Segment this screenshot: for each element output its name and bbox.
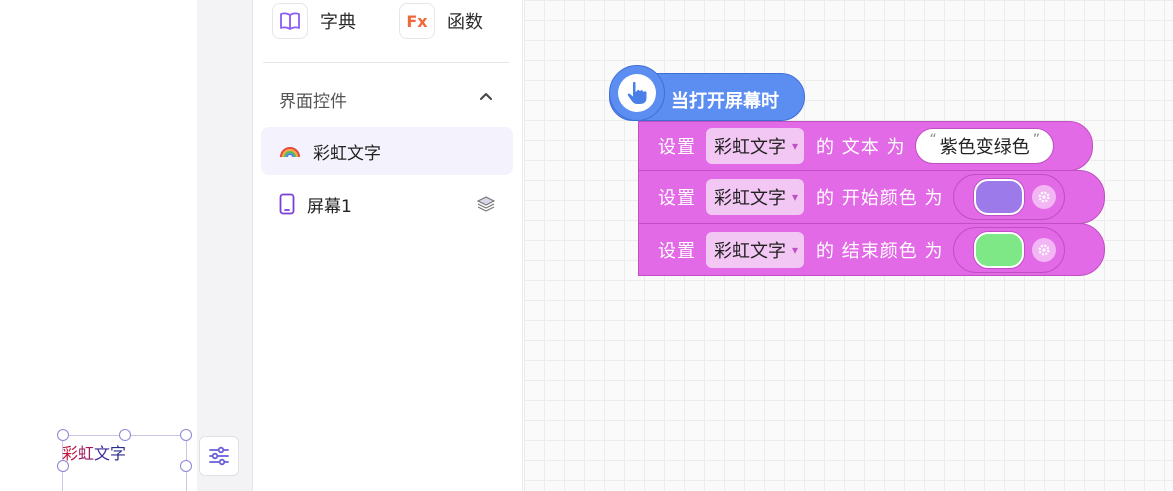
dictionary-tool[interactable]: 字典 [272, 3, 356, 39]
set-label: 设置 [658, 137, 696, 158]
preview-canvas: 彩虹文字 [0, 0, 197, 491]
resize-handle[interactable] [57, 429, 69, 441]
component-label: 彩虹文字 [313, 143, 381, 164]
open-quote-icon: “ [929, 132, 937, 148]
resize-handle[interactable] [119, 429, 131, 441]
chevron-down-icon: ▾ [792, 190, 799, 204]
resize-handle[interactable] [180, 429, 192, 441]
property-label: 的 结束颜色 为 [816, 240, 944, 262]
component-dropdown-value: 彩虹文字 [714, 188, 786, 209]
rainbow-char: 文 [94, 444, 111, 463]
component-dropdown[interactable]: 彩虹文字 ▾ [706, 128, 805, 164]
function-icon: Fx [399, 3, 435, 39]
set-text-block[interactable]: 设置 彩虹文字 ▾ 的 文本 为 “ 紫色变绿色 ” [638, 121, 1093, 171]
text-value-field[interactable]: “ 紫色变绿色 ” [915, 128, 1055, 164]
text-value: 紫色变绿色 [939, 137, 1030, 158]
gear-icon[interactable] [1032, 237, 1057, 262]
property-label: 的 开始颜色 为 [816, 188, 944, 209]
divider [263, 62, 509, 63]
set-label: 设置 [658, 240, 696, 262]
book-icon [272, 3, 308, 39]
layers-icon[interactable] [477, 195, 495, 213]
set-start-color-block[interactable]: 设置 彩虹文字 ▾ 的 开始颜色 为 [638, 170, 1105, 224]
event-block-label: 当打开屏幕时 [671, 91, 779, 112]
end-color-picker [953, 226, 1066, 273]
component-item-screen1[interactable]: 屏幕1 [261, 180, 513, 228]
component-dropdown-value: 彩虹文字 [714, 137, 786, 158]
set-label: 设置 [658, 188, 696, 209]
resize-handle[interactable] [180, 460, 192, 472]
rainbow-icon [280, 147, 300, 158]
rainbow-char: 字 [110, 444, 127, 463]
phone-icon [279, 193, 295, 215]
resize-handle[interactable] [57, 460, 69, 472]
rainbow-char: 虹 [78, 444, 95, 463]
canvas-gutter [197, 0, 253, 491]
gear-icon[interactable] [1032, 185, 1057, 209]
section-title: 界面控件 [279, 92, 347, 112]
settings-button[interactable] [199, 436, 239, 476]
pointer-hand-icon [627, 81, 647, 104]
start-color-picker [953, 174, 1066, 220]
sliders-icon [209, 446, 229, 466]
component-dropdown[interactable]: 彩虹文字 ▾ [706, 179, 805, 215]
close-quote-icon: ” [1032, 132, 1041, 148]
event-block-icon [609, 65, 665, 121]
component-dropdown-value: 彩虹文字 [714, 240, 786, 262]
chevron-up-icon[interactable] [477, 88, 495, 106]
functions-label: 函数 [447, 12, 483, 33]
component-item-rainbow-text[interactable]: 彩虹文字 [261, 127, 513, 175]
functions-tool[interactable]: Fx 函数 [399, 3, 483, 39]
dictionary-label: 字典 [320, 12, 356, 33]
component-dropdown[interactable]: 彩虹文字 ▾ [706, 231, 805, 268]
property-label: 的 文本 为 [816, 137, 906, 158]
start-color-swatch[interactable] [974, 179, 1025, 215]
end-color-swatch[interactable] [974, 231, 1025, 268]
rainbow-text-preview: 彩虹文字 [62, 440, 126, 464]
set-end-color-block[interactable]: 设置 彩虹文字 ▾ 的 结束颜色 为 [638, 223, 1105, 276]
component-label: 屏幕1 [307, 196, 352, 217]
components-panel: 字典 Fx 函数 界面控件 彩虹文字 屏幕1 [253, 0, 523, 491]
chevron-down-icon: ▾ [792, 242, 799, 257]
chevron-down-icon: ▾ [792, 139, 799, 153]
